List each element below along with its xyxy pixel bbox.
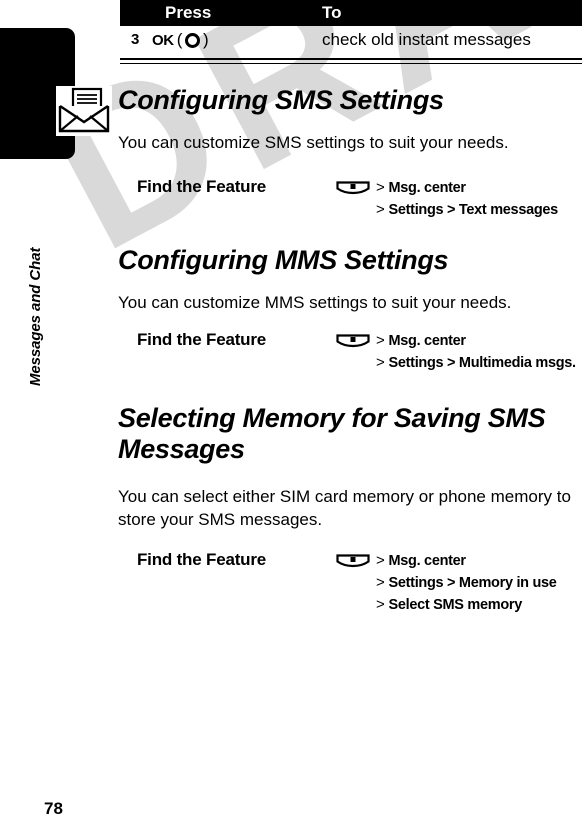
find-the-feature-block: Find the Feature > Msg. center > Setting… — [118, 330, 582, 376]
path-item: Msg. center — [388, 553, 467, 569]
feature-path-line: > Msg. center — [376, 550, 557, 572]
table-bottom-rule-thin — [120, 63, 582, 64]
page-title: Selecting Memory for Saving SMS Messages — [118, 403, 546, 464]
find-the-feature-label: Find the Feature — [137, 550, 267, 569]
path-item: Msg. center — [388, 333, 467, 349]
path-separator: > — [376, 596, 385, 613]
feature-path: > Msg. center > Settings > Text messages — [376, 177, 558, 221]
section-body: You can customize SMS settings to suit y… — [118, 133, 509, 152]
step-number: 3 — [131, 31, 140, 48]
find-the-feature-label: Find the Feature — [137, 330, 267, 349]
find-the-feature-block: Find the Feature > Msg. center > Setting… — [118, 177, 582, 223]
paren-close: ) — [202, 30, 209, 49]
section-body: You can customize MMS settings to suit y… — [118, 293, 512, 312]
page-title: Configuring SMS Settings — [118, 85, 444, 115]
table-row: 3 OK ( ) check old instant messages — [120, 26, 582, 56]
feature-path-line: > Settings > Multimedia msgs. — [376, 352, 576, 374]
column-header-press: Press — [165, 3, 212, 22]
path-item: Msg. center — [388, 180, 467, 196]
path-separator: > — [376, 332, 385, 349]
find-the-feature-label: Find the Feature — [137, 177, 267, 196]
find-the-feature-block: Find the Feature > Msg. center > Setting… — [118, 550, 582, 620]
page-title: Configuring MMS Settings — [118, 245, 449, 275]
feature-path-line: > Msg. center — [376, 177, 558, 199]
navigation-key-icon — [184, 32, 200, 48]
to-cell: check old instant messages — [322, 30, 531, 49]
section-body: You can select either SIM card memory or… — [118, 487, 571, 529]
path-item: Settings > Memory in use — [388, 575, 557, 591]
column-header-to: To — [322, 3, 342, 22]
path-item: Settings > Text messages — [388, 202, 559, 218]
page-number: 78 — [44, 799, 63, 818]
manual-page: Messages and Chat Press To 3 OK ( ) chec… — [0, 0, 582, 836]
path-separator: > — [376, 201, 385, 218]
paren-open: ( — [176, 30, 183, 49]
table-bottom-rule-thick — [120, 58, 582, 60]
menu-key-icon — [336, 554, 370, 569]
path-item: Select SMS memory — [388, 597, 523, 613]
feature-path: > Msg. center > Settings > Memory in use… — [376, 550, 557, 616]
key-label: OK — [152, 31, 174, 49]
envelope-letter-icon — [56, 86, 112, 136]
chapter-label: Messages and Chat — [27, 6, 47, 386]
table-header-row: Press To — [120, 0, 582, 26]
path-separator: > — [376, 354, 385, 371]
chapter-label-text: Messages and Chat — [27, 247, 44, 386]
feature-path-line: > Settings > Text messages — [376, 199, 558, 221]
press-to-table: Press To 3 OK ( ) check old instant mess… — [120, 0, 582, 56]
feature-path: > Msg. center > Settings > Multimedia ms… — [376, 330, 576, 374]
path-separator: > — [376, 552, 385, 569]
press-cell: OK ( ) — [152, 30, 209, 50]
menu-key-icon — [336, 334, 370, 349]
feature-path-line: > Select SMS memory — [376, 594, 557, 616]
path-separator: > — [376, 574, 385, 591]
menu-key-icon — [336, 181, 370, 196]
path-item: Settings > Multimedia msgs. — [388, 355, 577, 371]
feature-path-line: > Msg. center — [376, 330, 576, 352]
feature-path-line: > Settings > Memory in use — [376, 572, 557, 594]
path-separator: > — [376, 179, 385, 196]
